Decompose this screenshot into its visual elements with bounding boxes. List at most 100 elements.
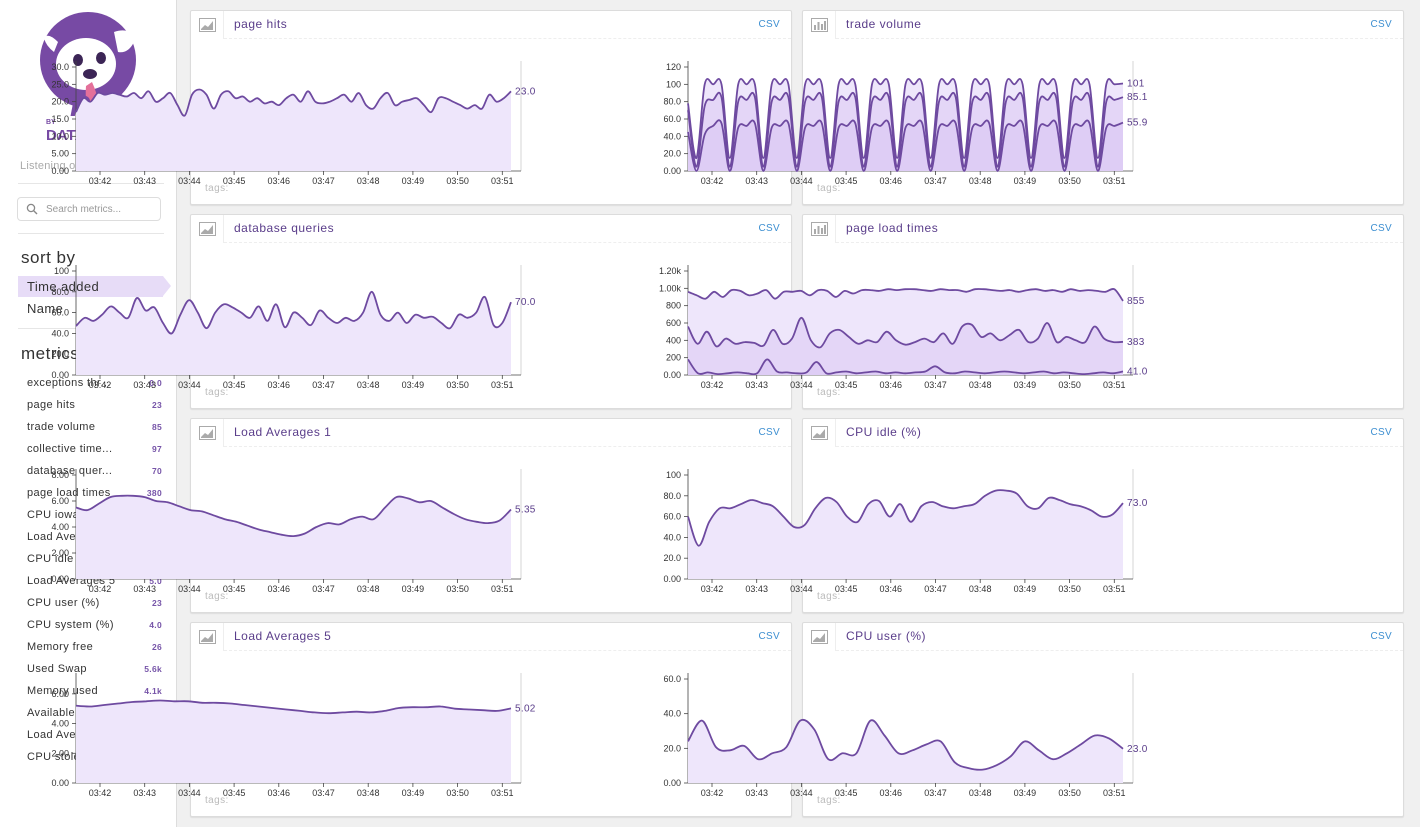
header-divider (224, 242, 791, 243)
metric-value: 26 (151, 642, 162, 652)
x-tick-label: 03:50 (1058, 788, 1081, 798)
x-tick-label: 03:45 (223, 788, 246, 798)
metric-value: 23 (151, 400, 162, 410)
x-tick-label: 03:42 (701, 176, 724, 186)
x-tick-label: 03:51 (1103, 788, 1126, 798)
card-type-toggle[interactable] (191, 11, 224, 39)
csv-export-link[interactable]: CSV (759, 631, 780, 642)
csv-export-link[interactable]: CSV (1371, 19, 1392, 30)
last-value-label: 23.0 (515, 86, 536, 97)
x-tick-label: 03:50 (446, 380, 469, 390)
header-divider (836, 446, 1403, 447)
csv-export-link[interactable]: CSV (759, 223, 780, 234)
bar-chart-icon (811, 222, 828, 236)
x-tick-label: 03:50 (446, 584, 469, 594)
metric-card: page load times CSV tags: 0.00 200 400 600 800 1… (659, 214, 1404, 409)
x-tick-label: 03:44 (790, 584, 813, 594)
metric-value: 4.0 (149, 620, 162, 630)
search-input[interactable] (46, 201, 156, 217)
y-tick-label: 100 (666, 79, 681, 89)
csv-export-link[interactable]: CSV (759, 427, 780, 438)
card-title: trade volume (846, 17, 922, 31)
y-tick-label: 20.0 (663, 743, 681, 753)
card-type-toggle[interactable] (191, 215, 224, 243)
x-tick-label: 03:51 (1103, 176, 1126, 186)
card-title: CPU idle (%) (846, 425, 922, 439)
header-divider (836, 650, 1403, 651)
y-tick-label: 2.00 (51, 748, 69, 758)
y-tick-label: 6.00 (51, 496, 69, 506)
search-icon (26, 203, 38, 215)
x-tick-label: 03:49 (402, 584, 425, 594)
x-tick-label: 03:49 (1014, 584, 1037, 594)
csv-export-link[interactable]: CSV (1371, 223, 1392, 234)
line-chart-icon (811, 630, 828, 644)
last-value-label: 101 (1127, 78, 1145, 89)
metric-card: CPU user (%) CSV tags: 0.00 20.0 40.0 60.0 03:4… (663, 622, 1404, 817)
last-value-label: 70.0 (515, 297, 536, 308)
metric-list-item[interactable]: CPU system (%) 4.0 (27, 616, 163, 634)
y-tick-label: 40.0 (663, 532, 681, 542)
csv-export-link[interactable]: CSV (1371, 427, 1392, 438)
last-value-label: 383 (1127, 337, 1145, 348)
card-type-toggle[interactable] (803, 11, 836, 39)
y-tick-label: 100 (666, 470, 681, 480)
card-type-toggle[interactable] (803, 623, 836, 651)
x-tick-label: 03:47 (312, 788, 335, 798)
x-tick-label: 03:49 (1014, 176, 1037, 186)
last-value-label: 85.1 (1127, 92, 1148, 103)
x-tick-label: 03:47 (924, 380, 947, 390)
metric-name: CPU system (%) (27, 619, 114, 631)
metric-name: trade volume (27, 421, 96, 433)
x-tick-label: 03:47 (312, 584, 335, 594)
x-tick-label: 03:48 (969, 380, 992, 390)
y-tick-label: 40.0 (663, 709, 681, 719)
x-tick-label: 03:50 (446, 788, 469, 798)
y-tick-label: 60.0 (663, 674, 681, 684)
x-tick-label: 03:45 (223, 176, 246, 186)
x-tick-label: 03:48 (969, 788, 992, 798)
x-tick-label: 03:46 (268, 380, 291, 390)
y-tick-label: 0.00 (663, 370, 681, 380)
x-tick-label: 03:50 (1058, 380, 1081, 390)
metric-chart: 0.00 20.0 40.0 60.0 80.0 100 03:42 03:43 03:44 03… (663, 469, 1148, 594)
y-tick-label: 1.20k (659, 266, 682, 276)
y-tick-label: 0.00 (51, 370, 69, 380)
x-tick-label: 03:43 (133, 584, 156, 594)
x-tick-label: 03:51 (1103, 584, 1126, 594)
card-type-toggle[interactable] (803, 419, 836, 447)
csv-export-link[interactable]: CSV (759, 19, 780, 30)
x-tick-label: 03:47 (312, 380, 335, 390)
metric-list-item[interactable]: page hits 23 (27, 396, 163, 414)
x-tick-label: 03:47 (924, 584, 947, 594)
series-area (76, 495, 511, 579)
y-tick-label: 2.00 (51, 548, 69, 558)
x-tick-label: 03:44 (178, 584, 201, 594)
y-tick-label: 20.0 (663, 149, 681, 159)
x-tick-label: 03:42 (89, 788, 112, 798)
x-tick-label: 03:43 (745, 380, 768, 390)
metric-list-item[interactable]: trade volume 85 (27, 418, 163, 436)
card-type-toggle[interactable] (191, 623, 224, 651)
y-tick-label: 25.0 (51, 79, 69, 89)
x-tick-label: 03:51 (491, 176, 514, 186)
search-box[interactable] (17, 197, 161, 221)
metric-name: page hits (27, 399, 76, 411)
card-type-toggle[interactable] (191, 419, 224, 447)
metric-list-item[interactable]: Memory free 26 (27, 638, 163, 656)
x-tick-label: 03:44 (790, 176, 813, 186)
divider (18, 233, 164, 234)
card-title: database queries (234, 221, 335, 235)
x-tick-label: 03:49 (402, 176, 425, 186)
y-tick-label: 20.0 (51, 97, 69, 107)
metric-name: Memory free (27, 641, 94, 653)
x-tick-label: 03:47 (924, 176, 947, 186)
y-tick-label: 5.00 (51, 149, 69, 159)
card-type-toggle[interactable] (803, 215, 836, 243)
x-tick-label: 03:46 (880, 176, 903, 186)
csv-export-link[interactable]: CSV (1371, 631, 1392, 642)
y-tick-label: 0.00 (51, 778, 69, 788)
y-tick-label: 400 (666, 335, 681, 345)
y-tick-label: 600 (666, 318, 681, 328)
x-tick-label: 03:46 (880, 788, 903, 798)
